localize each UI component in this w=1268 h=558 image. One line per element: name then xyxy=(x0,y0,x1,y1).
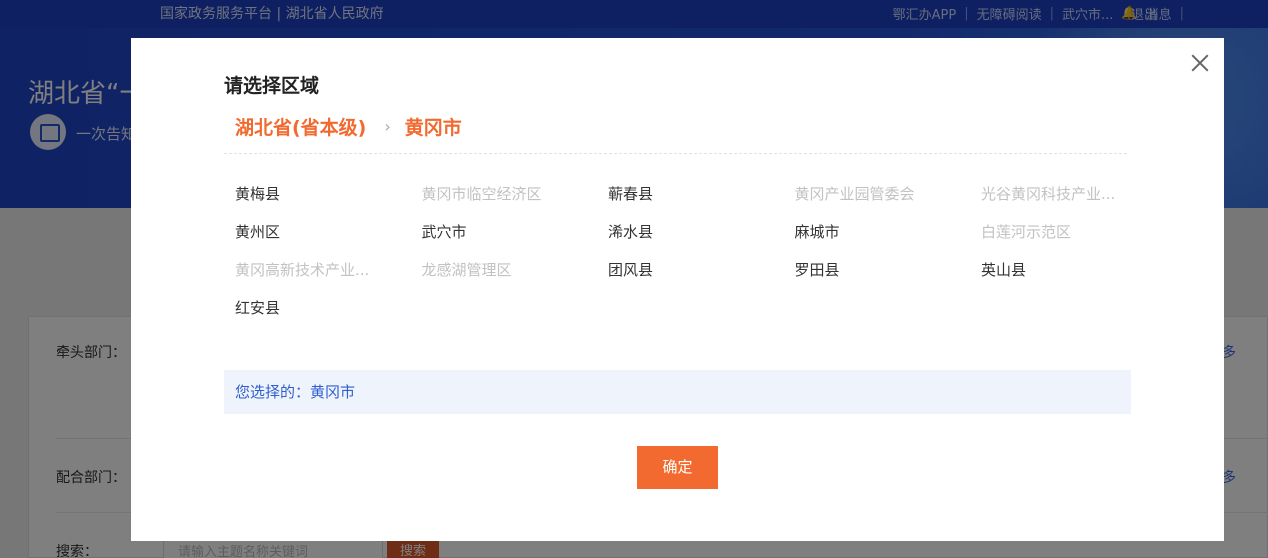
breadcrumb: 湖北省(省本级) › 黄冈市 xyxy=(235,113,462,140)
region-item[interactable]: 武穴市 xyxy=(422,221,609,259)
region-item[interactable]: 麻城市 xyxy=(795,221,982,259)
region-item[interactable]: 浠水县 xyxy=(608,221,795,259)
region-select-dialog: 请选择区域 湖北省(省本级) › 黄冈市 黄梅县 黄冈市临空经济区 蕲春县 黄冈产业园… xyxy=(131,38,1224,541)
breadcrumb-province[interactable]: 湖北省(省本级) xyxy=(235,113,366,140)
region-item: 龙感湖管理区 xyxy=(421,261,512,279)
region-item: 黄冈市临空经济区 xyxy=(421,185,542,203)
region-item: 光谷黄冈科技产业... xyxy=(981,185,1116,203)
region-item[interactable]: 黄梅县 xyxy=(235,183,422,221)
region-item[interactable]: 团风县 xyxy=(608,259,795,297)
selected-region-bar: 您选择的：黄冈市 xyxy=(224,370,1131,414)
divider xyxy=(224,153,1127,154)
region-item: 黄冈产业园管委会 xyxy=(794,185,915,203)
region-item[interactable]: 英山县 xyxy=(981,259,1168,297)
close-icon[interactable] xyxy=(1189,52,1211,74)
region-item: 白莲河示范区 xyxy=(981,223,1072,241)
confirm-button[interactable]: 确定 xyxy=(637,446,718,489)
region-item[interactable]: 红安县 xyxy=(235,297,422,335)
region-item[interactable]: 罗田县 xyxy=(795,259,982,297)
breadcrumb-city[interactable]: 黄冈市 xyxy=(405,113,462,140)
region-item[interactable]: 黄州区 xyxy=(235,221,422,259)
dialog-title: 请选择区域 xyxy=(224,75,320,97)
region-item[interactable]: 蕲春县 xyxy=(608,183,795,221)
chevron-right-icon: › xyxy=(384,117,391,136)
region-list: 黄梅县 黄冈市临空经济区 蕲春县 黄冈产业园管委会 光谷黄冈科技产业... 黄州区 武穴市浠… xyxy=(235,183,1135,335)
region-item: 黄冈高新技术产业... xyxy=(235,261,370,279)
